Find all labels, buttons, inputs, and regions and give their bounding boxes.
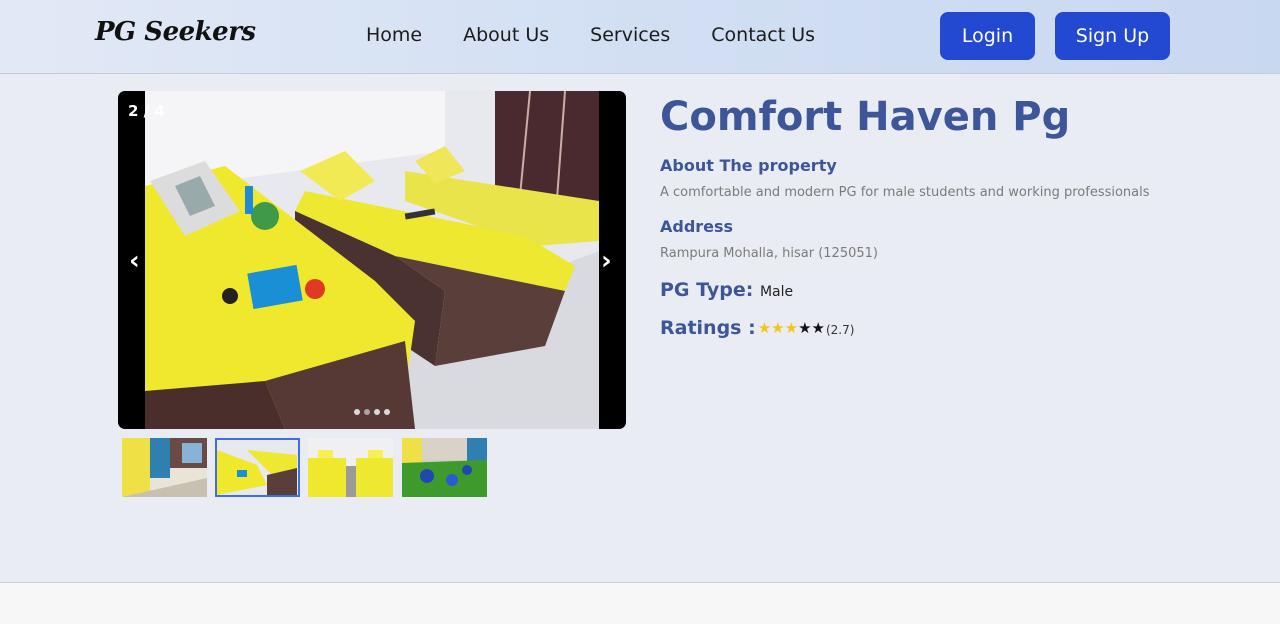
address-text: Rampura Mohalla, hisar (125051) <box>660 246 878 261</box>
thumbnail-3[interactable] <box>308 438 393 497</box>
thumbnail-2[interactable] <box>215 438 300 497</box>
rating-stars: ★ ★ ★ ★ ★ <box>758 321 825 336</box>
nav-home[interactable]: Home <box>366 24 422 46</box>
star-icon: ★ <box>784 319 799 337</box>
address-label: Address <box>660 217 734 236</box>
navbar: PG Seekers Home About Us Services Contac… <box>0 0 1280 74</box>
star-icon: ★ <box>757 319 772 337</box>
carousel-dot[interactable] <box>354 409 360 415</box>
nav-contact-us[interactable]: Contact Us <box>711 24 815 46</box>
property-title: Comfort Haven Pg <box>660 94 1071 140</box>
chevron-right-icon[interactable]: › <box>601 248 612 274</box>
carousel-dots <box>354 409 390 415</box>
chevron-left-icon[interactable]: ‹ <box>129 248 140 274</box>
thumbnail-1[interactable] <box>122 438 207 497</box>
nav-about-us[interactable]: About Us <box>463 24 549 46</box>
pg-type-label: PG Type: <box>660 279 754 301</box>
ratings-row: Ratings : ★ ★ ★ ★ ★ (2.7) <box>660 317 854 339</box>
carousel-dot[interactable] <box>364 409 370 415</box>
carousel-image <box>145 91 599 429</box>
pg-type-value: Male <box>759 284 794 300</box>
carousel-dot[interactable] <box>384 409 390 415</box>
pg-type-row: PG Type: Male <box>660 279 793 301</box>
image-carousel[interactable]: 2 / 4 ‹ › <box>118 91 626 429</box>
about-text: A comfortable and modern PG for male stu… <box>660 185 1150 200</box>
star-icon: ★ <box>811 319 825 337</box>
login-button[interactable]: Login <box>940 12 1035 60</box>
star-icon: ★ <box>771 319 785 337</box>
nav-links: Home About Us Services Contact Us <box>366 24 815 46</box>
signup-button[interactable]: Sign Up <box>1055 12 1170 60</box>
ratings-label: Ratings : <box>660 317 756 339</box>
about-label: About The property <box>660 156 837 175</box>
footer <box>0 582 1280 624</box>
carousel-dot[interactable] <box>374 409 380 415</box>
slide-counter: 2 / 4 <box>128 102 165 120</box>
thumbnail-4[interactable] <box>402 438 487 497</box>
nav-services[interactable]: Services <box>590 24 670 46</box>
rating-value: (2.7) <box>825 323 855 337</box>
brand-logo[interactable]: PG Seekers <box>95 17 256 47</box>
star-icon: ★ <box>798 319 812 337</box>
